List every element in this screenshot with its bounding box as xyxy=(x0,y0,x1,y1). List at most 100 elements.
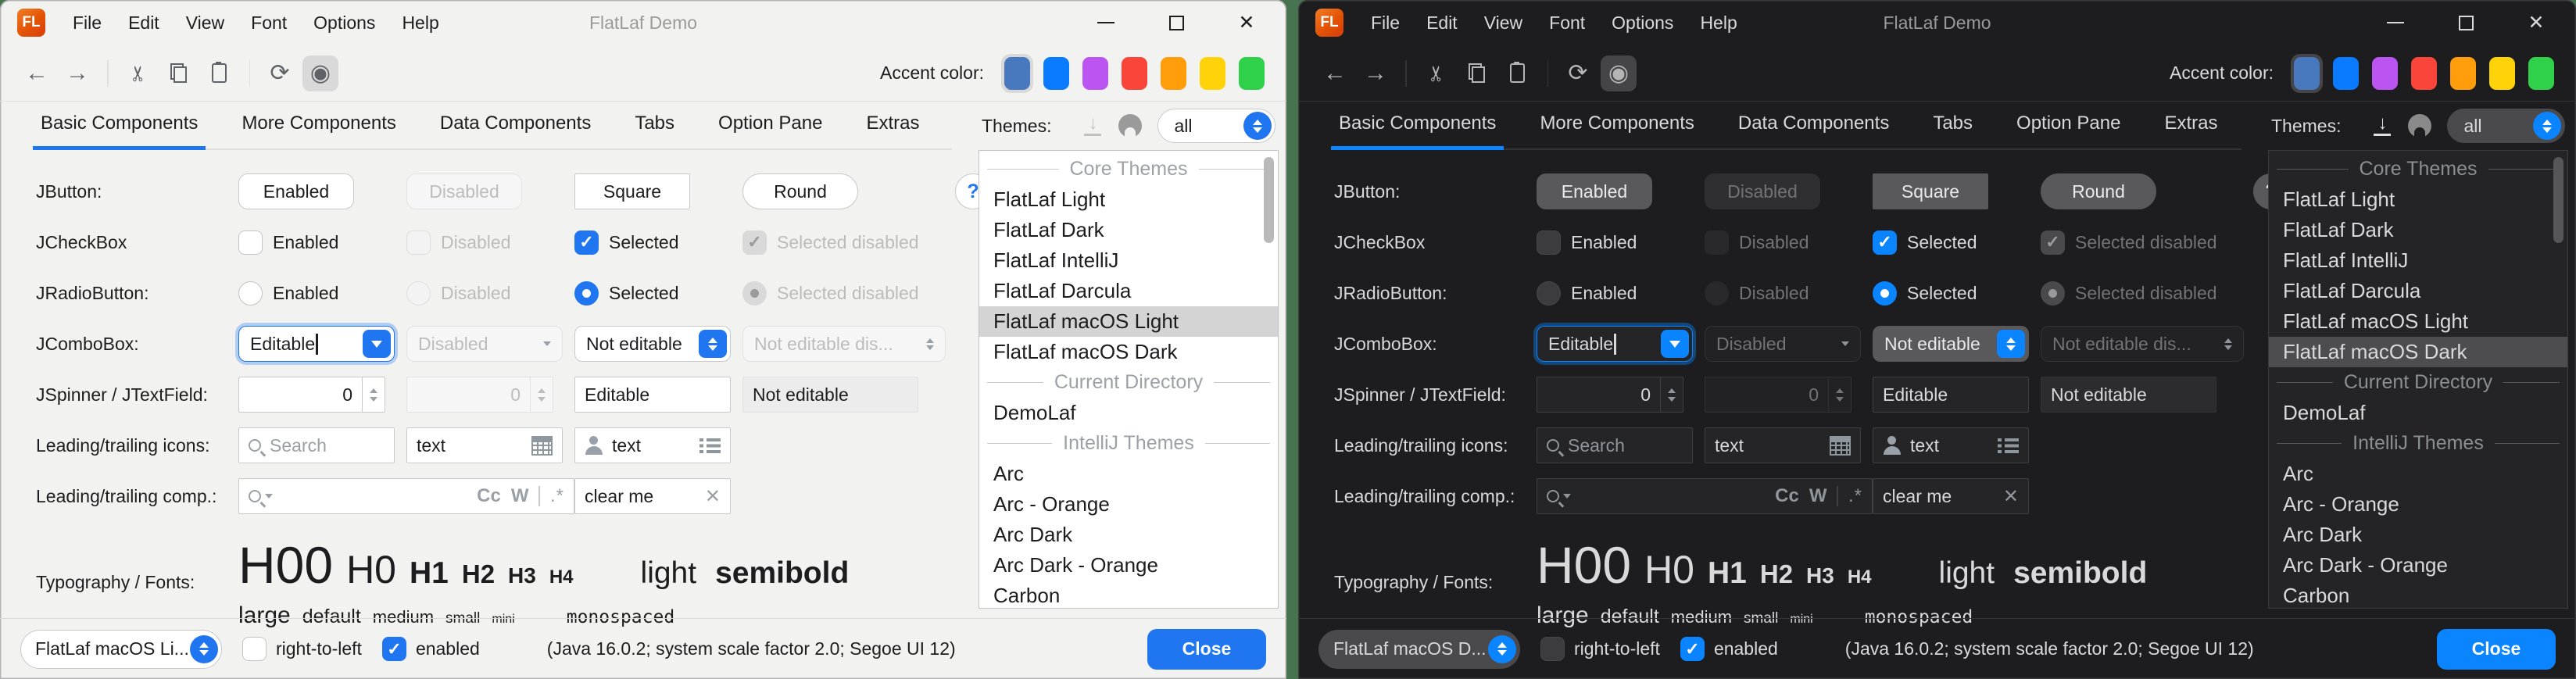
radio-enabled[interactable]: Enabled xyxy=(1537,281,1637,306)
combo-arrows-icon[interactable] xyxy=(1243,112,1272,140)
theme-list-item[interactable]: FlatLaf Darcula xyxy=(2269,276,2567,306)
checkbox-checked-icon[interactable] xyxy=(382,637,406,661)
search-dropdown-icon[interactable] xyxy=(249,490,273,502)
text-input-calendar[interactable]: text xyxy=(1705,427,1861,463)
sample-button-enabled[interactable]: Enabled xyxy=(1537,173,1652,209)
theme-list-item[interactable]: Carbon xyxy=(2269,581,2567,608)
whole-word-toggle[interactable]: W xyxy=(511,485,529,507)
back-icon[interactable]: ← xyxy=(1317,55,1353,91)
theme-list-item[interactable]: Arc Dark xyxy=(979,520,1278,550)
spinner-value[interactable]: 0 xyxy=(238,377,362,413)
menu-item[interactable]: File xyxy=(1358,0,1413,45)
list-icon[interactable] xyxy=(699,438,721,454)
spinner-arrows-icon[interactable] xyxy=(1660,377,1683,413)
themes-filter-combo[interactable]: all xyxy=(2447,109,2565,143)
minimize-icon[interactable] xyxy=(2385,13,2406,33)
clear-me-input[interactable]: clear me ✕ xyxy=(1873,478,2029,514)
theme-list-item[interactable]: FlatLaf Light xyxy=(979,184,1278,215)
download-icon[interactable]: ↓ xyxy=(2372,116,2392,136)
lookandfeel-combo[interactable]: FlatLaf macOS Li... xyxy=(20,630,222,669)
accent-color-swatch[interactable] xyxy=(2486,54,2518,93)
menu-item[interactable]: File xyxy=(59,0,115,45)
theme-list-item[interactable]: FlatLaf Darcula xyxy=(979,276,1278,306)
lookandfeel-combo[interactable]: FlatLaf macOS D... xyxy=(1318,630,1520,669)
tab[interactable]: Option Pane xyxy=(714,113,827,148)
combo-arrows-icon[interactable] xyxy=(1488,635,1516,663)
github-icon[interactable] xyxy=(2408,114,2431,138)
combo-arrows-icon[interactable] xyxy=(2533,112,2561,140)
accent-color-swatch[interactable] xyxy=(1197,54,1229,93)
download-icon[interactable]: ↓ xyxy=(1082,116,1103,136)
accent-color-swatch[interactable] xyxy=(1001,54,1033,93)
radio-selected[interactable]: Selected xyxy=(574,281,679,306)
themes-filter-combo[interactable]: all xyxy=(1157,109,1275,143)
theme-list-item[interactable]: Arc Dark - Orange xyxy=(2269,550,2567,581)
text-input-calendar[interactable]: text xyxy=(406,427,563,463)
maximize-icon[interactable] xyxy=(1166,13,1186,33)
checkbox-selected[interactable]: Selected xyxy=(574,231,679,255)
radio-checked-icon[interactable] xyxy=(574,281,599,306)
combo-arrow-icon[interactable] xyxy=(1661,330,1689,358)
forward-icon[interactable]: → xyxy=(1358,55,1394,91)
menu-item[interactable]: Help xyxy=(1687,0,1750,45)
checkbox-enabled[interactable]: Enabled xyxy=(238,231,338,255)
radio-icon[interactable] xyxy=(1537,281,1561,306)
regex-toggle[interactable]: .* xyxy=(1848,485,1862,507)
accent-color-swatch[interactable] xyxy=(2408,54,2440,93)
tab[interactable]: Basic Components xyxy=(36,113,202,148)
accent-color-swatch[interactable] xyxy=(1236,54,1268,93)
scrollbar-thumb[interactable] xyxy=(2553,157,2563,243)
tab[interactable]: Tabs xyxy=(1928,113,1977,148)
accent-color-swatch[interactable] xyxy=(2447,54,2479,93)
theme-list-item[interactable]: DemoLaf xyxy=(979,398,1278,428)
combobox-editable[interactable]: Editable xyxy=(1537,326,1693,362)
regex-toggle[interactable]: .* xyxy=(550,485,564,507)
close-button[interactable]: Close xyxy=(1147,629,1266,670)
textfield-editable[interactable]: Editable xyxy=(574,377,731,413)
spinner[interactable]: 0 xyxy=(238,377,385,413)
menu-item[interactable]: Font xyxy=(1536,0,1598,45)
theme-list-item[interactable]: Arc Dark - Orange xyxy=(979,550,1278,581)
tab[interactable]: More Components xyxy=(1535,113,1698,148)
theme-list-item[interactable]: Arc xyxy=(2269,459,2567,489)
tab[interactable]: Data Components xyxy=(1733,113,1894,148)
menu-item[interactable]: Edit xyxy=(1413,0,1471,45)
combobox-not-editable[interactable]: Not editable xyxy=(574,326,731,362)
clear-me-input[interactable]: clear me ✕ xyxy=(574,478,731,514)
sample-button-square[interactable]: Square xyxy=(1873,173,1988,209)
spinner[interactable]: 0 xyxy=(1537,377,1683,413)
refresh-icon[interactable]: ⟳ xyxy=(1560,55,1596,91)
show-toggle-icon[interactable]: ◉ xyxy=(1601,55,1637,91)
tab[interactable]: Tabs xyxy=(630,113,679,148)
theme-list-item[interactable]: FlatLaf IntelliJ xyxy=(2269,245,2567,276)
theme-list-item[interactable]: Arc - Orange xyxy=(2269,489,2567,520)
clear-icon[interactable]: ✕ xyxy=(2003,485,2019,508)
accent-color-swatch[interactable] xyxy=(2369,54,2401,93)
show-toggle-icon[interactable]: ◉ xyxy=(302,55,338,91)
forward-icon[interactable]: → xyxy=(59,55,95,91)
radio-icon[interactable] xyxy=(238,281,263,306)
theme-list-item[interactable]: FlatLaf Dark xyxy=(979,215,1278,245)
sample-button-square[interactable]: Square xyxy=(574,173,690,209)
copy-icon[interactable] xyxy=(1459,55,1495,91)
checkbox-icon[interactable] xyxy=(1537,231,1561,255)
theme-list-item[interactable]: FlatLaf macOS Light xyxy=(979,306,1278,337)
menu-item[interactable]: Font xyxy=(238,0,300,45)
radio-checked-icon[interactable] xyxy=(1873,281,1897,306)
calendar-icon[interactable] xyxy=(531,436,553,456)
checkbox-selected[interactable]: Selected xyxy=(1873,231,1977,255)
theme-list-item[interactable]: FlatLaf Dark xyxy=(2269,215,2567,245)
search-dropdown-icon[interactable] xyxy=(1547,490,1571,502)
tab[interactable]: Extras xyxy=(2159,113,2222,148)
tab[interactable]: Data Components xyxy=(435,113,596,148)
cut-icon[interactable]: ✂ xyxy=(1419,55,1454,91)
accent-color-swatch[interactable] xyxy=(2330,54,2362,93)
checkbox-icon[interactable] xyxy=(242,637,267,661)
menu-item[interactable]: View xyxy=(1471,0,1536,45)
tab[interactable]: More Components xyxy=(237,113,400,148)
theme-list-item[interactable]: Arc Dark xyxy=(2269,520,2567,550)
tab[interactable]: Basic Components xyxy=(1334,113,1501,148)
combo-arrows-icon[interactable] xyxy=(1997,330,2025,358)
menu-item[interactable]: View xyxy=(173,0,238,45)
theme-list-item[interactable]: Arc xyxy=(979,459,1278,489)
